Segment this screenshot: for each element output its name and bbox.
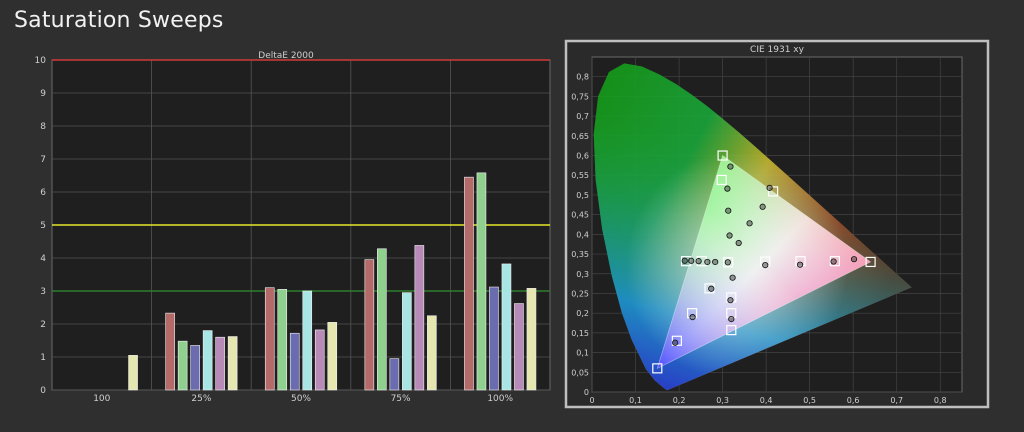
cie-y-tick-label: 0,25 [571,289,589,298]
x-tick-label: 50% [291,394,311,404]
bar [264,287,275,391]
measured-point [695,258,702,265]
y-tick-label: 7 [40,155,46,165]
cie-y-tick-label: 0,7 [576,112,589,121]
bar [302,290,313,391]
bar [327,322,338,391]
bar [364,259,375,391]
cie-y-tick-label: 0,05 [571,368,589,377]
cie-y-tick-label: 0,1 [576,349,589,358]
bar [427,315,437,391]
x-tick-label: 25% [191,394,211,404]
measured-point [729,274,736,281]
measured-point [746,220,753,227]
bar [501,263,512,391]
measured-point [850,256,858,263]
measured-point [708,285,715,292]
bar [165,312,175,391]
bar [464,176,474,391]
measured-point [796,261,804,268]
page-title: Saturation Sweeps [14,8,224,33]
bar [489,286,499,391]
bar [177,340,188,391]
cie-y-tick-label: 0,15 [571,329,589,338]
measured-point [712,258,719,266]
measured-point [759,203,766,210]
cie-y-tick-label: 0,5 [576,191,589,200]
bar [190,345,200,391]
measured-point [727,163,734,170]
bar [277,289,288,391]
cie-x-tick-label: 0,4 [760,396,773,405]
measured-point [688,257,695,264]
cie-x-tick-label: 0 [589,396,594,405]
measured-point [735,239,742,247]
y-tick-label: 5 [40,221,46,231]
cie-y-tick-label: 0,8 [576,73,589,82]
x-tick-label: 100% [487,394,513,404]
deltae-bar-chart: DeltaE 2000 012345678910100 25% 50% 75% 100% [35,51,551,404]
y-tick-label: 9 [40,89,46,99]
cie-y-tick-label: 0,65 [571,132,589,141]
x-tick-label: 100 [93,394,110,404]
measured-point [724,259,731,266]
measured-point [725,207,732,214]
measured-point [766,184,773,191]
bar [227,336,238,391]
measured-point [681,257,688,264]
bar [389,358,400,391]
bar [377,248,387,391]
cie-x-tick-label: 0,8 [934,396,947,405]
cie-y-tick-label: 0,3 [576,270,589,279]
measured-point [724,185,731,192]
cie-x-tick-label: 0,6 [847,396,860,405]
y-tick-label: 8 [40,122,46,132]
cie-chart-title: CIE 1931 xy [750,45,805,55]
cie-y-tick-label: 0,2 [576,309,589,318]
bar [215,336,225,391]
bar [402,292,412,391]
cie-y-tick-label: 0,4 [576,230,589,239]
bar [526,288,537,391]
y-tick-label: 4 [40,254,46,264]
cie-x-tick-label: 0,1 [629,396,642,405]
bar [514,303,524,391]
bar [314,329,325,391]
cie-y-tick-label: 0,45 [571,211,589,220]
measured-point [704,258,711,266]
measured-point [726,232,733,239]
cie-y-tick-label: 0 [584,388,589,397]
y-tick-label: 1 [40,353,46,363]
y-tick-label: 0 [40,386,46,396]
cie-y-tick-label: 0,75 [571,92,589,101]
y-tick-label: 3 [40,287,46,297]
cie-x-tick-label: 0,2 [673,396,686,405]
bar [414,245,425,391]
x-tick-label: 75% [391,394,411,404]
cie-y-tick-label: 0,35 [571,250,589,259]
measured-point [689,314,696,321]
y-tick-label: 2 [40,320,46,330]
measured-point [727,297,734,304]
measured-point [728,315,735,323]
cie-y-tick-label: 0,55 [571,171,589,180]
bar [476,172,487,391]
bar [289,332,300,391]
bar [202,330,213,391]
measured-point [830,258,837,265]
measured-point [762,261,769,269]
y-tick-label: 10 [35,56,47,66]
cie-y-tick-label: 0,6 [576,152,589,161]
y-tick-label: 6 [40,188,46,198]
cie-x-tick-label: 0,3 [716,396,729,405]
cie-1931-chart: CIE 1931 xy 0 0,1 0,2 0,3 0,4 0,5 0,6 0,7 0,8 0 0,… [564,39,990,409]
cie-x-tick-label: 0,5 [803,396,816,405]
bar [128,355,138,391]
measured-point [672,339,679,346]
cie-x-tick-label: 0,7 [890,396,903,405]
